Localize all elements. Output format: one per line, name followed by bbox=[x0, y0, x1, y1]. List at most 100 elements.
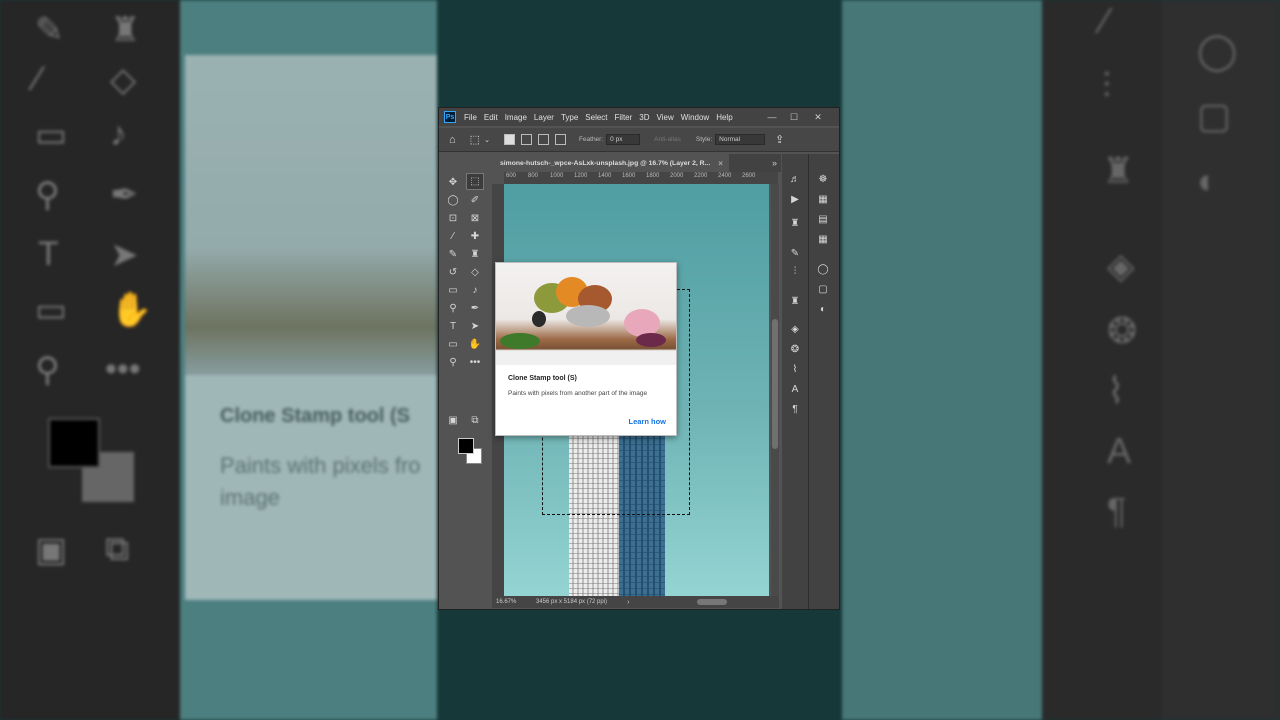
rectangle-tool-icon[interactable]: ▭ bbox=[444, 336, 462, 353]
learn-how-link[interactable]: Learn how bbox=[628, 417, 666, 426]
paths-icon[interactable]: ⌇ bbox=[787, 362, 803, 376]
menu-type[interactable]: Type bbox=[561, 113, 578, 122]
bg-gradient-icon: ▭ bbox=[35, 116, 68, 154]
learn-bulb-icon[interactable]: ◯ bbox=[815, 262, 831, 276]
add-selection-button[interactable] bbox=[520, 134, 532, 145]
maximize-button[interactable]: ☐ bbox=[783, 108, 805, 126]
bg-smudge-icon: ♪ bbox=[110, 115, 127, 153]
horizontal-scrollbar-thumb[interactable] bbox=[697, 599, 727, 605]
intersect-selection-button[interactable] bbox=[554, 134, 566, 145]
close-button[interactable]: ✕ bbox=[807, 108, 829, 126]
ruler-tick: 1200 bbox=[574, 173, 588, 179]
panel-collapse-icon[interactable]: » bbox=[772, 158, 777, 168]
minimize-button[interactable]: — bbox=[761, 108, 783, 126]
gradients-icon[interactable]: ▤ bbox=[815, 212, 831, 226]
character-icon[interactable]: A bbox=[787, 382, 803, 396]
paragraph-icon[interactable]: ¶ bbox=[787, 402, 803, 416]
ps-logo: Ps bbox=[444, 111, 456, 123]
close-tab-icon[interactable]: × bbox=[718, 159, 723, 168]
brush-tool-icon[interactable]: ✎ bbox=[444, 246, 462, 263]
menu-view[interactable]: View bbox=[657, 113, 674, 122]
clone-source-icon[interactable]: ♜ bbox=[787, 216, 803, 230]
document-tab-row: simone-hutsch-_wpce-AsLxk-unsplash.jpg @… bbox=[494, 154, 781, 172]
hand-tool-icon[interactable]: ✋ bbox=[466, 336, 484, 353]
quick-mask-icon[interactable]: ▣ bbox=[444, 412, 462, 429]
bg-right-layers-icon: ◈ bbox=[1107, 245, 1135, 286]
zoom-level[interactable]: 16.67% bbox=[496, 599, 536, 605]
background-zoom-right: ⁄ ◯ ⫶ ▢ ♜ ◐ ◈ ❂ ⌇ A ¶ bbox=[842, 0, 1280, 720]
style-select[interactable]: Normal bbox=[715, 134, 766, 145]
lasso-tool-icon[interactable]: ◯ bbox=[444, 192, 462, 209]
panel-divider bbox=[808, 154, 809, 609]
new-selection-button[interactable] bbox=[503, 134, 515, 145]
foreground-color-swatch[interactable] bbox=[458, 438, 474, 454]
actions-play-icon[interactable]: ▶ bbox=[787, 192, 803, 206]
type-tool-icon[interactable]: T bbox=[444, 318, 462, 335]
bg-tooltip-title: Clone Stamp tool (S bbox=[220, 405, 410, 427]
menu-edit[interactable]: Edit bbox=[484, 113, 498, 122]
dark-vase bbox=[532, 311, 546, 327]
zoom-tool-icon[interactable]: ⚲ bbox=[444, 354, 462, 371]
menu-image[interactable]: Image bbox=[505, 113, 527, 122]
menu-layer[interactable]: Layer bbox=[534, 113, 554, 122]
home-icon[interactable]: ⌂ bbox=[449, 134, 456, 146]
more-tools-icon[interactable]: ••• bbox=[466, 354, 484, 371]
bg-toolbar bbox=[0, 0, 180, 720]
vertical-scrollbar[interactable] bbox=[771, 184, 779, 596]
clone-stamp-tool-icon[interactable]: ♜ bbox=[466, 246, 484, 263]
stamp-preset-icon[interactable]: ♜ bbox=[787, 294, 803, 308]
color-wheel-icon[interactable]: ☸ bbox=[815, 172, 831, 186]
frame-tool-icon[interactable]: ⊠ bbox=[466, 210, 484, 227]
ruler-tick: 600 bbox=[506, 173, 517, 179]
pen-tool-icon[interactable]: ✒ bbox=[466, 300, 484, 317]
chevron-down-icon[interactable]: ⌄ bbox=[484, 136, 490, 144]
antialias-checkbox[interactable]: Anti-alias bbox=[654, 136, 681, 143]
crop-tool-icon[interactable]: ⊡ bbox=[444, 210, 462, 227]
menu-window[interactable]: Window bbox=[681, 113, 709, 122]
feather-input[interactable]: 0 px bbox=[606, 134, 641, 145]
gradient-tool-icon[interactable]: ▭ bbox=[444, 282, 462, 299]
eyedropper-tool-icon[interactable]: ⁄ bbox=[444, 228, 462, 245]
quick-selection-tool-icon[interactable]: ✐ bbox=[466, 192, 484, 209]
menu-file[interactable]: File bbox=[464, 113, 477, 122]
panel-dock: ♬ ▶ ♜ ✎ ⫶ ♜ ◈ ❂ ⌇ A ¶ ☸ ▦ ▤ ▦ ◯ ▢ ◐ bbox=[782, 154, 839, 609]
move-tool-icon[interactable]: ✥ bbox=[444, 174, 462, 191]
status-arrow-icon[interactable]: › bbox=[627, 599, 629, 606]
marquee-preset-icon[interactable]: ⬚ bbox=[470, 133, 480, 146]
share-icon[interactable]: ⇪ bbox=[775, 133, 784, 146]
menu-select[interactable]: Select bbox=[585, 113, 607, 122]
screen-mode-icon[interactable]: ⧉ bbox=[466, 412, 484, 429]
eraser-tool-icon[interactable]: ◇ bbox=[466, 264, 484, 281]
green-leaves bbox=[500, 333, 540, 349]
layers-icon[interactable]: ◈ bbox=[787, 322, 803, 336]
scrollbar-thumb[interactable] bbox=[772, 319, 778, 449]
dodge-tool-icon[interactable]: ⚲ bbox=[444, 300, 462, 317]
tools-panel: ✥ ⬚ ◯ ✐ ⊡ ⊠ ⁄ ✚ ✎ ♜ ↺ ◇ ▭ ♪ ⚲ ✒ T ➤ ▭ ✋ … bbox=[444, 168, 488, 608]
ruler-tick: 2200 bbox=[694, 173, 708, 179]
libraries-icon[interactable]: ▢ bbox=[815, 282, 831, 296]
menu-3d[interactable]: 3D bbox=[639, 113, 649, 122]
adjustment-sliders-icon[interactable]: ⫶ bbox=[787, 264, 803, 278]
bg-right-paragraph-icon: ¶ bbox=[1107, 490, 1127, 531]
smudge-tool-icon[interactable]: ♪ bbox=[466, 282, 484, 299]
subtract-selection-button[interactable] bbox=[537, 134, 549, 145]
path-selection-tool-icon[interactable]: ➤ bbox=[466, 318, 484, 335]
background-zoom-left: ✎ ♜ ⁄ ◇ ▭ ♪ ⚲ ✒ T ➤ ▭ ✋ ⚲ ••• ▣ ⧉ Clone … bbox=[0, 0, 437, 720]
brush-settings-icon[interactable]: ♬ bbox=[787, 172, 803, 186]
menu-help[interactable]: Help bbox=[716, 113, 732, 122]
document-tab-title: simone-hutsch-_wpce-AsLxk-unsplash.jpg @… bbox=[500, 159, 711, 167]
ruler-tick: 2600 bbox=[742, 173, 756, 179]
brush-presets-icon[interactable]: ✎ bbox=[787, 246, 803, 260]
rectangular-marquee-tool-icon[interactable]: ⬚ bbox=[466, 173, 484, 190]
tooltip-preview-image bbox=[496, 263, 676, 365]
swatches-icon[interactable]: ▦ bbox=[815, 192, 831, 206]
patterns-icon[interactable]: ▦ bbox=[815, 232, 831, 246]
document-tab[interactable]: simone-hutsch-_wpce-AsLxk-unsplash.jpg @… bbox=[494, 154, 729, 172]
adjustments-icon[interactable]: ◐ bbox=[815, 302, 831, 316]
healing-brush-tool-icon[interactable]: ✚ bbox=[466, 228, 484, 245]
channels-icon[interactable]: ❂ bbox=[787, 342, 803, 356]
history-brush-tool-icon[interactable]: ↺ bbox=[444, 264, 462, 281]
menu-bar: Ps File Edit Image Layer Type Select Fil… bbox=[439, 108, 839, 126]
menu-filter[interactable]: Filter bbox=[615, 113, 633, 122]
bg-brush-icon: ✎ bbox=[35, 11, 64, 49]
